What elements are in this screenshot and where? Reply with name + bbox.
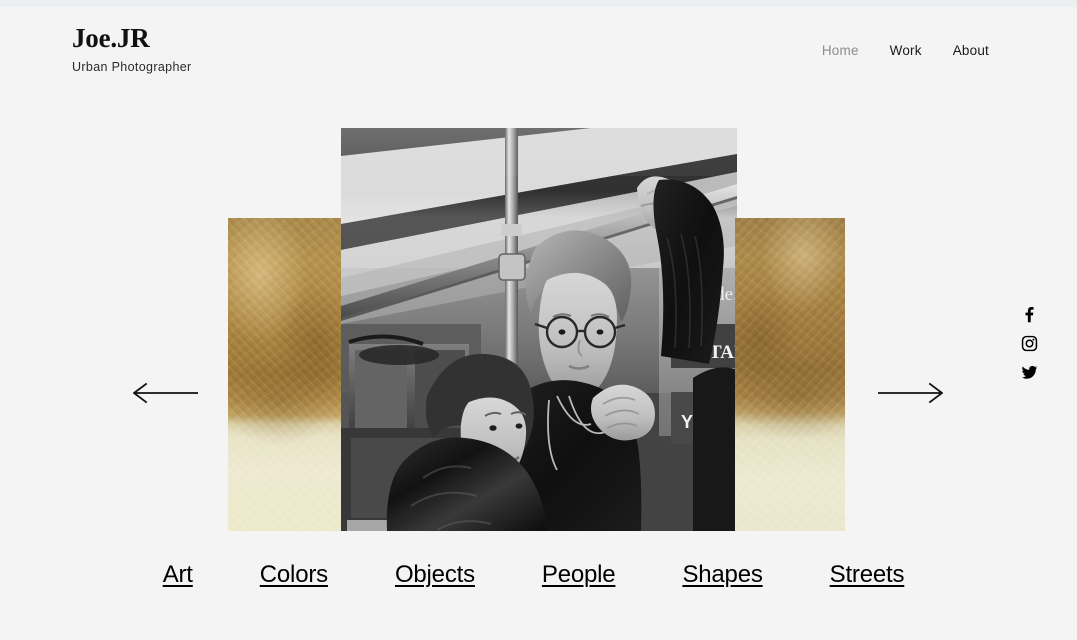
nav-item-about[interactable]: About: [953, 43, 989, 58]
brand-title: Joe.JR: [72, 23, 150, 53]
gold-texture-right: [735, 218, 845, 531]
nav-item-work[interactable]: Work: [890, 43, 922, 58]
category-link-objects[interactable]: Objects: [395, 560, 475, 590]
slider-next-button[interactable]: [877, 380, 947, 406]
category-link-streets[interactable]: Streets: [830, 560, 905, 590]
gold-texture-left: [228, 218, 342, 531]
viewport-top-strip: [0, 0, 1077, 7]
brand-tagline: Urban Photographer: [72, 60, 192, 74]
category-link-art[interactable]: Art: [163, 560, 193, 590]
category-navigation: Art Colors Objects People Shapes Streets: [0, 560, 1077, 590]
category-link-colors[interactable]: Colors: [260, 560, 328, 590]
slide-side-panel-left[interactable]: [228, 218, 342, 531]
slide-track: Rude. A STAN YOUR SE APP: [0, 97, 1077, 542]
page-root: Joe.JR Urban Photographer Home Work Abou…: [0, 0, 1077, 640]
slide-photo-main[interactable]: Rude. A STAN YOUR SE APP: [341, 128, 737, 531]
slide-side-panel-right[interactable]: [735, 218, 845, 531]
arrow-right-icon: [878, 382, 943, 404]
main-navigation: Home Work About: [822, 43, 989, 58]
site-brand[interactable]: Joe.JR Urban Photographer: [72, 23, 192, 75]
category-link-shapes[interactable]: Shapes: [682, 560, 762, 590]
arrow-left-icon: [133, 382, 198, 404]
nav-item-home[interactable]: Home: [822, 43, 859, 58]
slider-prev-button[interactable]: [133, 380, 203, 406]
category-link-people[interactable]: People: [542, 560, 616, 590]
image-slider: Rude. A STAN YOUR SE APP: [0, 97, 1077, 542]
site-header: Joe.JR Urban Photographer Home Work Abou…: [0, 7, 1077, 97]
